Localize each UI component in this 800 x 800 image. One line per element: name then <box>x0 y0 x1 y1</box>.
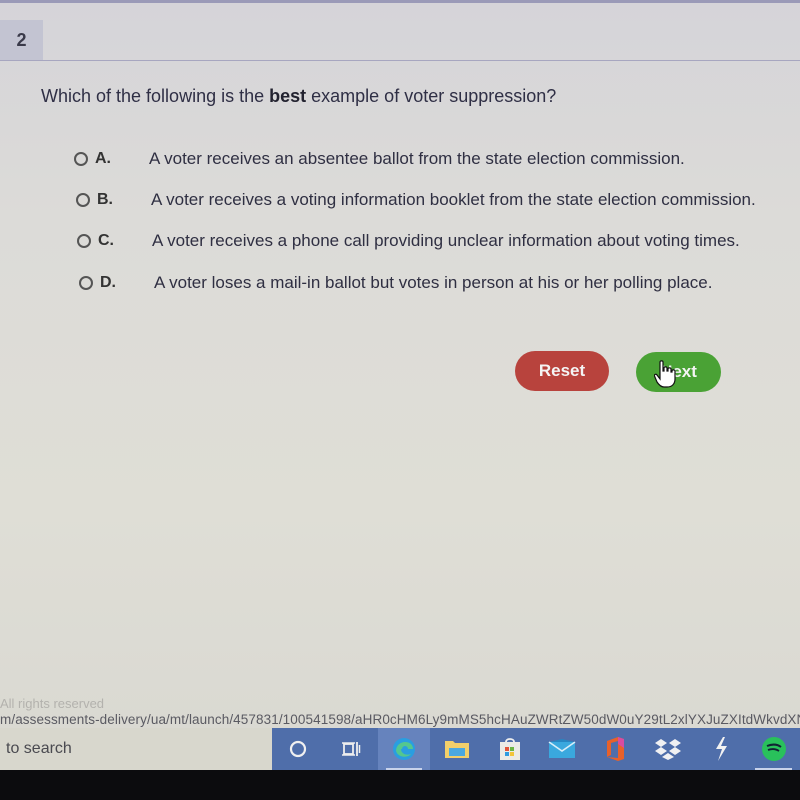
windows-taskbar: to search <box>0 728 800 770</box>
office-icon[interactable] <box>589 728 642 770</box>
question-header: 2 <box>0 20 800 61</box>
option-letter: D. <box>100 274 116 291</box>
option-text: A voter receives a voting information bo… <box>151 190 756 209</box>
top-border <box>0 0 800 3</box>
option-letter: C. <box>98 232 114 249</box>
edge-icon[interactable] <box>377 728 431 770</box>
copyright-text: All rights reserved <box>0 696 105 711</box>
screen-bezel <box>0 770 800 800</box>
file-explorer-icon[interactable] <box>430 728 483 770</box>
option-text: A voter receives an absentee ballot from… <box>149 149 685 168</box>
radio-button-c[interactable] <box>77 234 91 248</box>
hand-pointer-cursor-icon <box>654 360 676 388</box>
lightning-app-icon[interactable] <box>694 728 747 770</box>
question-text-start: Which of the following is the <box>41 86 270 106</box>
question-prompt: Which of the following is the best examp… <box>41 86 556 107</box>
spotify-icon[interactable] <box>747 728 800 770</box>
question-text-end: example of voter suppression? <box>306 86 557 106</box>
option-text: A voter receives a phone call providing … <box>152 231 740 250</box>
store-icon[interactable] <box>483 728 536 770</box>
reset-button[interactable]: Reset <box>515 351 609 391</box>
radio-button-b[interactable] <box>76 193 90 207</box>
mail-icon[interactable] <box>536 728 589 770</box>
radio-button-d[interactable] <box>79 276 93 290</box>
option-a[interactable]: A. A voter receives an absentee ballot f… <box>74 149 685 169</box>
next-button[interactable]: Next <box>636 352 721 392</box>
option-letter: A. <box>95 150 111 167</box>
option-b[interactable]: B. A voter receives a voting information… <box>76 190 756 210</box>
taskbar-icons <box>272 728 800 770</box>
assessment-page: 2 Which of the following is the best exa… <box>0 0 800 728</box>
task-view-icon[interactable] <box>325 728 378 770</box>
radio-button-a[interactable] <box>74 152 88 166</box>
option-c[interactable]: C. A voter receives a phone call providi… <box>77 231 740 251</box>
question-number: 2 <box>0 20 43 60</box>
taskbar-search-box[interactable]: to search <box>0 728 272 770</box>
dropbox-icon[interactable] <box>642 728 695 770</box>
question-text-emphasis: best <box>269 86 307 106</box>
cortana-icon[interactable] <box>272 728 325 770</box>
option-text: A voter loses a mail-in ballot but votes… <box>154 273 713 292</box>
option-d[interactable]: D. A voter loses a mail-in ballot but vo… <box>79 273 712 293</box>
search-placeholder: to search <box>6 740 72 757</box>
option-letter: B. <box>97 191 113 208</box>
